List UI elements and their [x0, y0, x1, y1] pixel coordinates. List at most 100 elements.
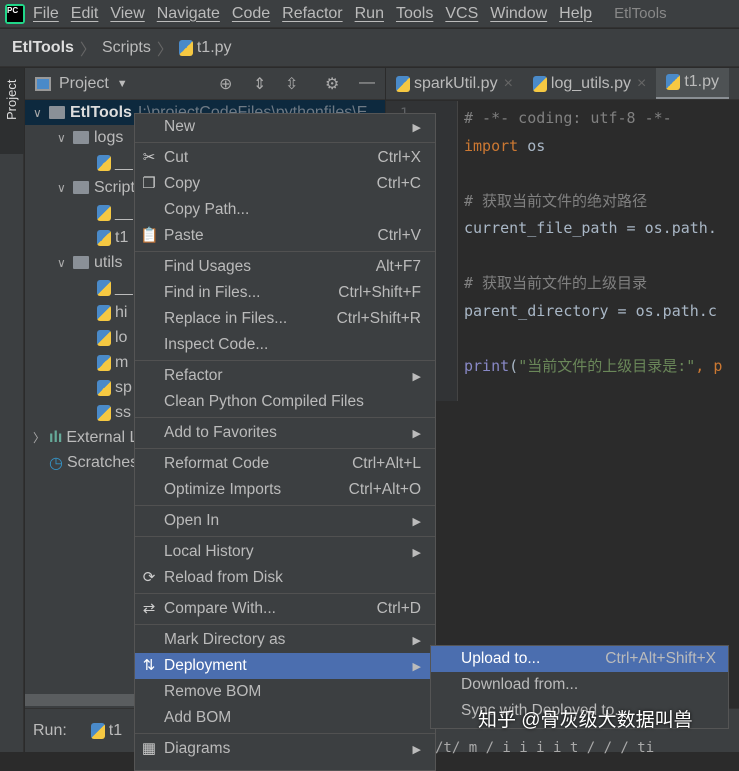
menu-item-find-usages[interactable]: Find Usages Alt+F7: [135, 254, 435, 280]
menu-item-shortcut: Ctrl+Alt+L: [352, 455, 421, 472]
menu-separator: [135, 536, 435, 537]
menu-window[interactable]: Window: [490, 5, 547, 22]
menu-item-shortcut: Alt+F7: [375, 258, 421, 275]
menu-item-label: New: [164, 118, 196, 135]
submenu-arrow-icon: ▶: [412, 546, 421, 559]
menu-item-mark-directory-as[interactable]: Mark Directory as ▶: [135, 627, 435, 653]
tree-item-label: Scratches: [66, 453, 139, 471]
menu-item-add-to-favorites[interactable]: Add to Favorites ▶: [135, 420, 435, 446]
breadcrumb-root[interactable]: EtlTools: [12, 39, 74, 57]
menu-run[interactable]: Run: [355, 5, 384, 22]
menu-item-shortcut: Ctrl+Alt+Shift+X: [605, 650, 716, 667]
breadcrumb-file[interactable]: t1.py: [197, 39, 232, 57]
python-file-icon: [97, 329, 111, 346]
close-icon[interactable]: ×: [637, 75, 646, 93]
menu-item-reformat-code[interactable]: Reformat Code Ctrl+Alt+L: [135, 451, 435, 477]
menu-item-reload-from-disk[interactable]: ⟳ Reload from Disk: [135, 565, 435, 591]
collapse-all-icon[interactable]: ⇳: [285, 74, 298, 94]
tree-item-label: utils: [94, 253, 123, 271]
expand-all-icon[interactable]: ⇕: [253, 74, 266, 94]
menu-item-label: Download from...: [461, 676, 579, 693]
menu-separator: [135, 251, 435, 252]
python-file-icon: [532, 75, 547, 92]
editor-tab[interactable]: sparkUtil.py ×: [386, 68, 523, 99]
menu-item-label: Paste: [164, 227, 204, 244]
menu-navigate[interactable]: Navigate: [157, 5, 220, 22]
menu-item-inspect-code[interactable]: Inspect Code...: [135, 332, 435, 358]
locate-icon[interactable]: ⊕: [219, 74, 232, 94]
menu-tools[interactable]: Tools: [396, 5, 433, 22]
menu-item-cut[interactable]: ✂ Cut Ctrl+X: [135, 145, 435, 171]
submenu-arrow-icon: ▶: [412, 634, 421, 647]
menu-item-find-in-files[interactable]: Find in Files... Ctrl+Shift+F: [135, 280, 435, 306]
menu-item-shortcut: Ctrl+V: [377, 227, 422, 244]
code-line: import os: [464, 136, 546, 155]
run-label: Run:: [33, 721, 67, 739]
python-file-icon: [97, 279, 111, 296]
tree-item-label: logs: [94, 128, 124, 146]
menu-item-paste[interactable]: 📋 Paste Ctrl+V: [135, 223, 435, 249]
menu-item-label: Refactor: [164, 367, 223, 384]
menu-file[interactable]: File: [33, 5, 59, 22]
menu-item-shortcut: Ctrl+Shift+R: [336, 310, 421, 327]
chevron-down-icon[interactable]: ∨: [57, 256, 73, 270]
tool-window-strip: Project: [0, 68, 24, 752]
folder-icon: [73, 131, 89, 144]
menu-refactor[interactable]: Refactor: [282, 5, 342, 22]
menu-item-remove-bom[interactable]: Remove BOM: [135, 679, 435, 705]
gear-icon[interactable]: ⚙: [325, 74, 339, 94]
chevron-down-icon[interactable]: ∨: [57, 131, 73, 145]
menu-item-clean-python-compiled-files[interactable]: Clean Python Compiled Files: [135, 389, 435, 415]
chevron-down-icon[interactable]: ∨: [33, 106, 49, 120]
code-editor[interactable]: # -*- coding: utf-8 -*- import os # 获取当前文…: [458, 101, 739, 401]
menu-item-local-history[interactable]: Local History ▶: [135, 539, 435, 565]
menu-separator: [135, 733, 435, 734]
menu-item-label: Mark Directory as: [164, 631, 286, 648]
menu-item-copy-path[interactable]: Copy Path...: [135, 197, 435, 223]
context-menu: New ▶ ✂ Cut Ctrl+X ❐ Copy Ctrl+C Copy Path... 📋 Pa…: [134, 113, 436, 771]
chevron-down-icon[interactable]: ∨: [57, 181, 73, 195]
menu-item-new[interactable]: New ▶: [135, 114, 435, 140]
code-line: # 获取当前文件的绝对路径: [464, 191, 648, 210]
menu-item-refactor[interactable]: Refactor ▶: [135, 363, 435, 389]
code-line: current_file_path = os.path.: [464, 219, 717, 237]
pycharm-logo-icon: [5, 3, 25, 24]
menu-item-add-bom[interactable]: Add BOM: [135, 705, 435, 731]
menu-help[interactable]: Help: [559, 5, 592, 22]
menu-edit[interactable]: Edit: [71, 5, 99, 22]
menu-code[interactable]: Code: [232, 5, 270, 22]
project-view-selector[interactable]: Project: [59, 75, 109, 93]
menu-item-deployment[interactable]: ⇅ Deployment ▶: [135, 653, 435, 679]
breadcrumb-folder[interactable]: Scripts: [102, 39, 151, 57]
editor-tab[interactable]: log_utils.py ×: [523, 68, 656, 99]
close-icon[interactable]: ×: [504, 75, 513, 93]
menu-view[interactable]: View: [110, 5, 144, 22]
python-file-icon: [97, 404, 111, 421]
menu-item-diagrams[interactable]: ▦ Diagrams ▶: [135, 736, 435, 762]
tree-item-label: m: [115, 353, 129, 371]
menu-item-download-from[interactable]: Download from...: [431, 672, 728, 698]
folder-icon: [73, 256, 89, 269]
menu-item-copy[interactable]: ❐ Copy Ctrl+C: [135, 171, 435, 197]
chevron-right-icon[interactable]: 〉: [33, 429, 49, 446]
menu-item-optimize-imports[interactable]: Optimize Imports Ctrl+Alt+O: [135, 477, 435, 503]
menu-item-compare-with[interactable]: ⇄ Compare With... Ctrl+D: [135, 596, 435, 622]
tree-item-label: t1: [115, 228, 129, 246]
menu-item-shortcut: Ctrl+Shift+F: [338, 284, 421, 301]
menu-item-replace-in-files[interactable]: Replace in Files... Ctrl+Shift+R: [135, 306, 435, 332]
menu-item-upload-to[interactable]: Upload to... Ctrl+Alt+Shift+X: [431, 646, 728, 672]
editor-tab[interactable]: t1.py: [656, 68, 729, 99]
menu-item-label: Optimize Imports: [164, 481, 282, 498]
run-config-tab[interactable]: t1: [109, 722, 122, 740]
menu-separator: [135, 417, 435, 418]
menu-item-open-in[interactable]: Open In ▶: [135, 508, 435, 534]
hide-icon[interactable]: —: [359, 74, 375, 92]
menu-item-label: Find Usages: [164, 258, 252, 275]
menu-bar: File Edit View Navigate Code Refactor Run Tools…: [0, 0, 739, 28]
python-file-icon: [396, 75, 410, 92]
chevron-down-icon[interactable]: ▼: [117, 78, 128, 90]
python-file-icon: [97, 304, 111, 321]
menu-vcs[interactable]: VCS: [445, 5, 478, 22]
project-tool-tab[interactable]: Project: [0, 68, 24, 154]
tree-item-label: sp: [115, 378, 132, 396]
